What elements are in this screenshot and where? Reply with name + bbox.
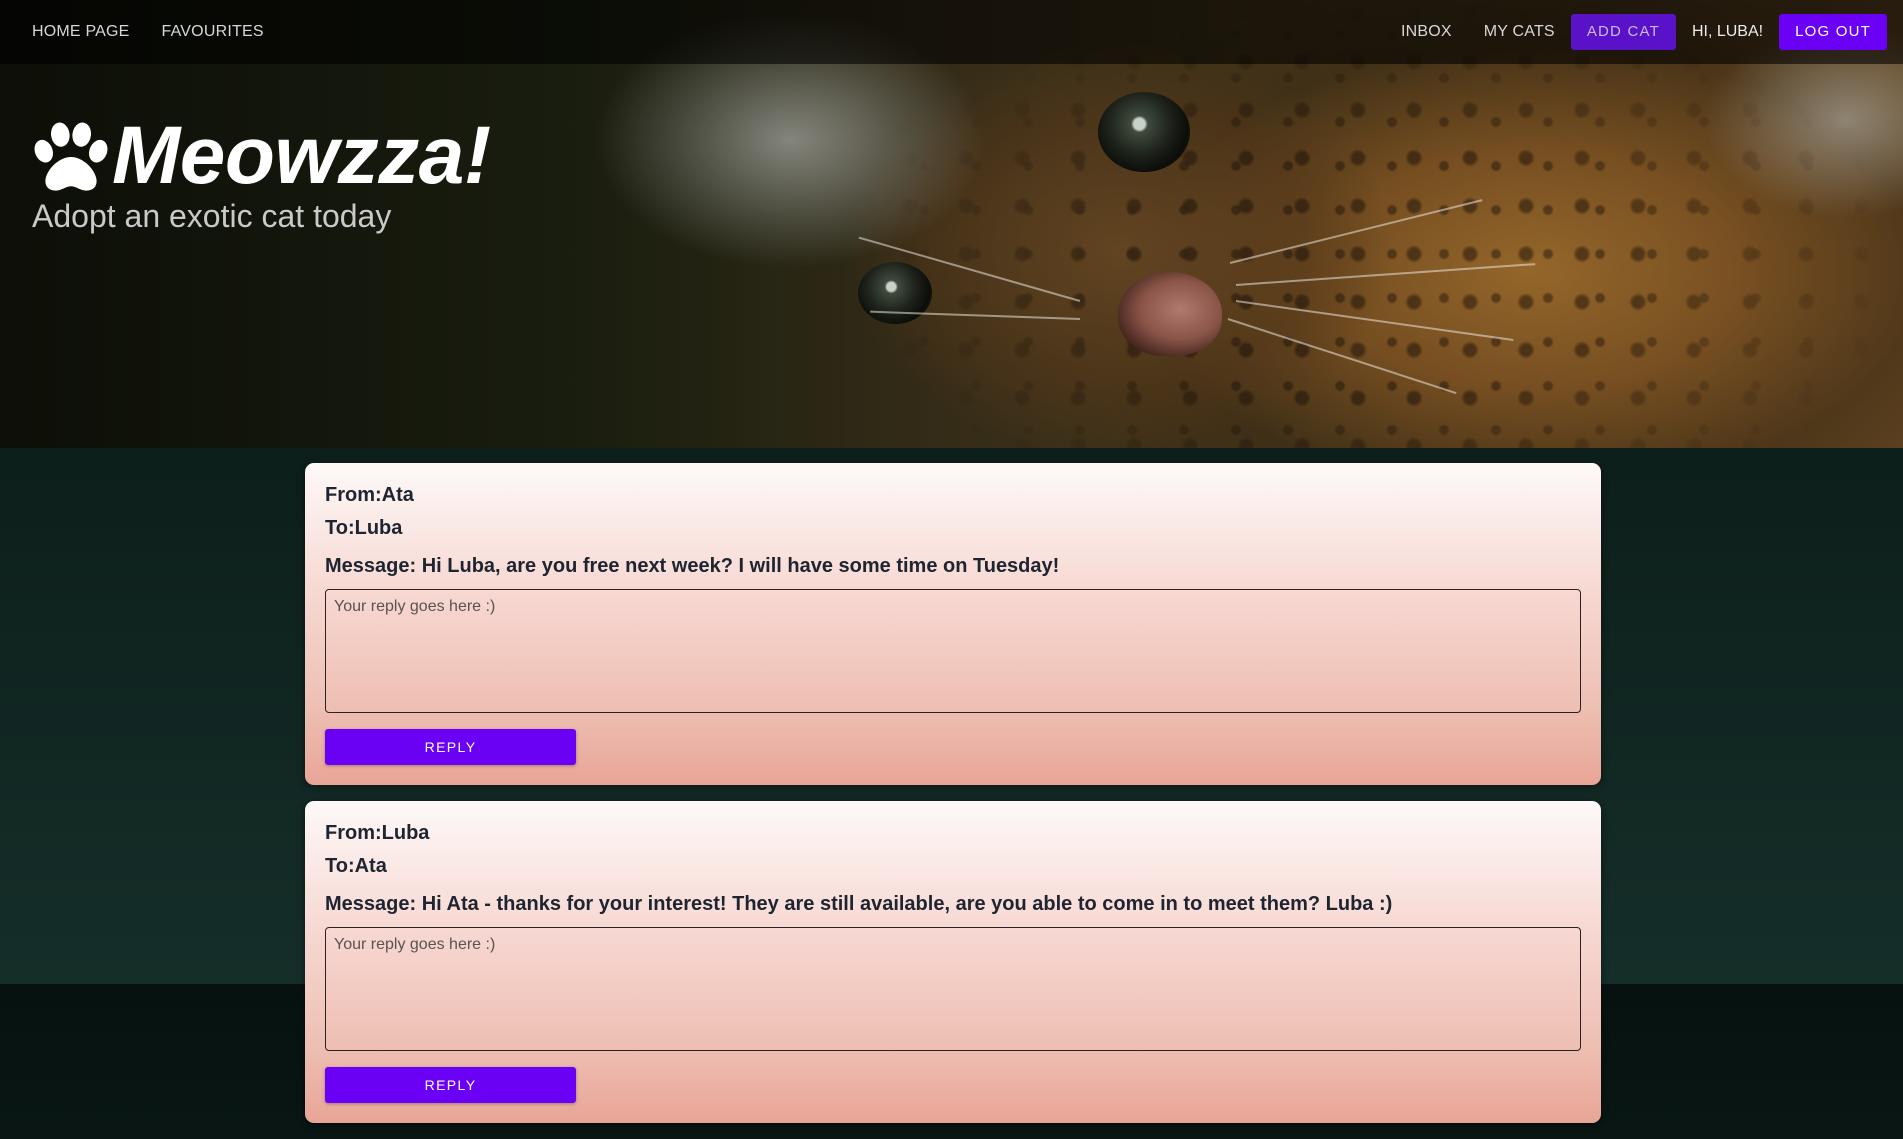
top-navbar: HOME PAGE FAVOURITES INBOX MY CATS ADD C… bbox=[0, 0, 1903, 64]
paw-icon bbox=[34, 122, 108, 191]
add-cat-button[interactable]: ADD CAT bbox=[1570, 14, 1676, 50]
user-greeting: HI, LUBA! bbox=[1691, 23, 1764, 40]
leopard-eye-left bbox=[858, 262, 932, 324]
reply-textarea[interactable] bbox=[325, 927, 1581, 1051]
inbox-message-list: From:Ata To:Luba Message: Hi Luba, are y… bbox=[305, 463, 1601, 1139]
whisker bbox=[1235, 263, 1536, 286]
brand-title: Meowzza! bbox=[112, 110, 491, 201]
message-card: From:Ata To:Luba Message: Hi Luba, are y… bbox=[305, 463, 1601, 785]
nav-inbox-link[interactable]: INBOX bbox=[1385, 15, 1468, 49]
whisker bbox=[1227, 318, 1457, 395]
leopard-eye-right bbox=[1098, 92, 1190, 172]
message-to: To:Luba bbox=[325, 517, 403, 539]
logout-button[interactable]: LOG OUT bbox=[1779, 14, 1887, 50]
brand-block: Meowzza! Adopt an exotic cat today bbox=[32, 108, 491, 235]
reply-button[interactable]: REPLY bbox=[325, 1067, 576, 1103]
brand-title-row: Meowzza! bbox=[32, 108, 491, 204]
nav-home-page-link[interactable]: HOME PAGE bbox=[16, 15, 146, 49]
message-from: From:Ata bbox=[325, 484, 414, 506]
message-text: Message: Hi Luba, are you free next week… bbox=[325, 555, 1060, 577]
message-from: From:Luba bbox=[325, 822, 430, 844]
message-to: To:Ata bbox=[325, 855, 387, 877]
reply-textarea[interactable] bbox=[325, 589, 1581, 713]
leopard-nose bbox=[1118, 272, 1222, 356]
nav-my-cats-link[interactable]: MY CATS bbox=[1468, 15, 1571, 49]
nav-left-group: HOME PAGE FAVOURITES bbox=[16, 15, 280, 49]
message-text: Message: Hi Ata - thanks for your intere… bbox=[325, 893, 1393, 915]
reply-button[interactable]: REPLY bbox=[325, 729, 576, 765]
nav-favourites-link[interactable]: FAVOURITES bbox=[146, 15, 280, 49]
message-card: From:Luba To:Ata Message: Hi Ata - thank… bbox=[305, 801, 1601, 1123]
whisker bbox=[1229, 199, 1483, 264]
nav-right-group: INBOX MY CATS ADD CAT HI, LUBA! LOG OUT bbox=[1385, 14, 1887, 50]
